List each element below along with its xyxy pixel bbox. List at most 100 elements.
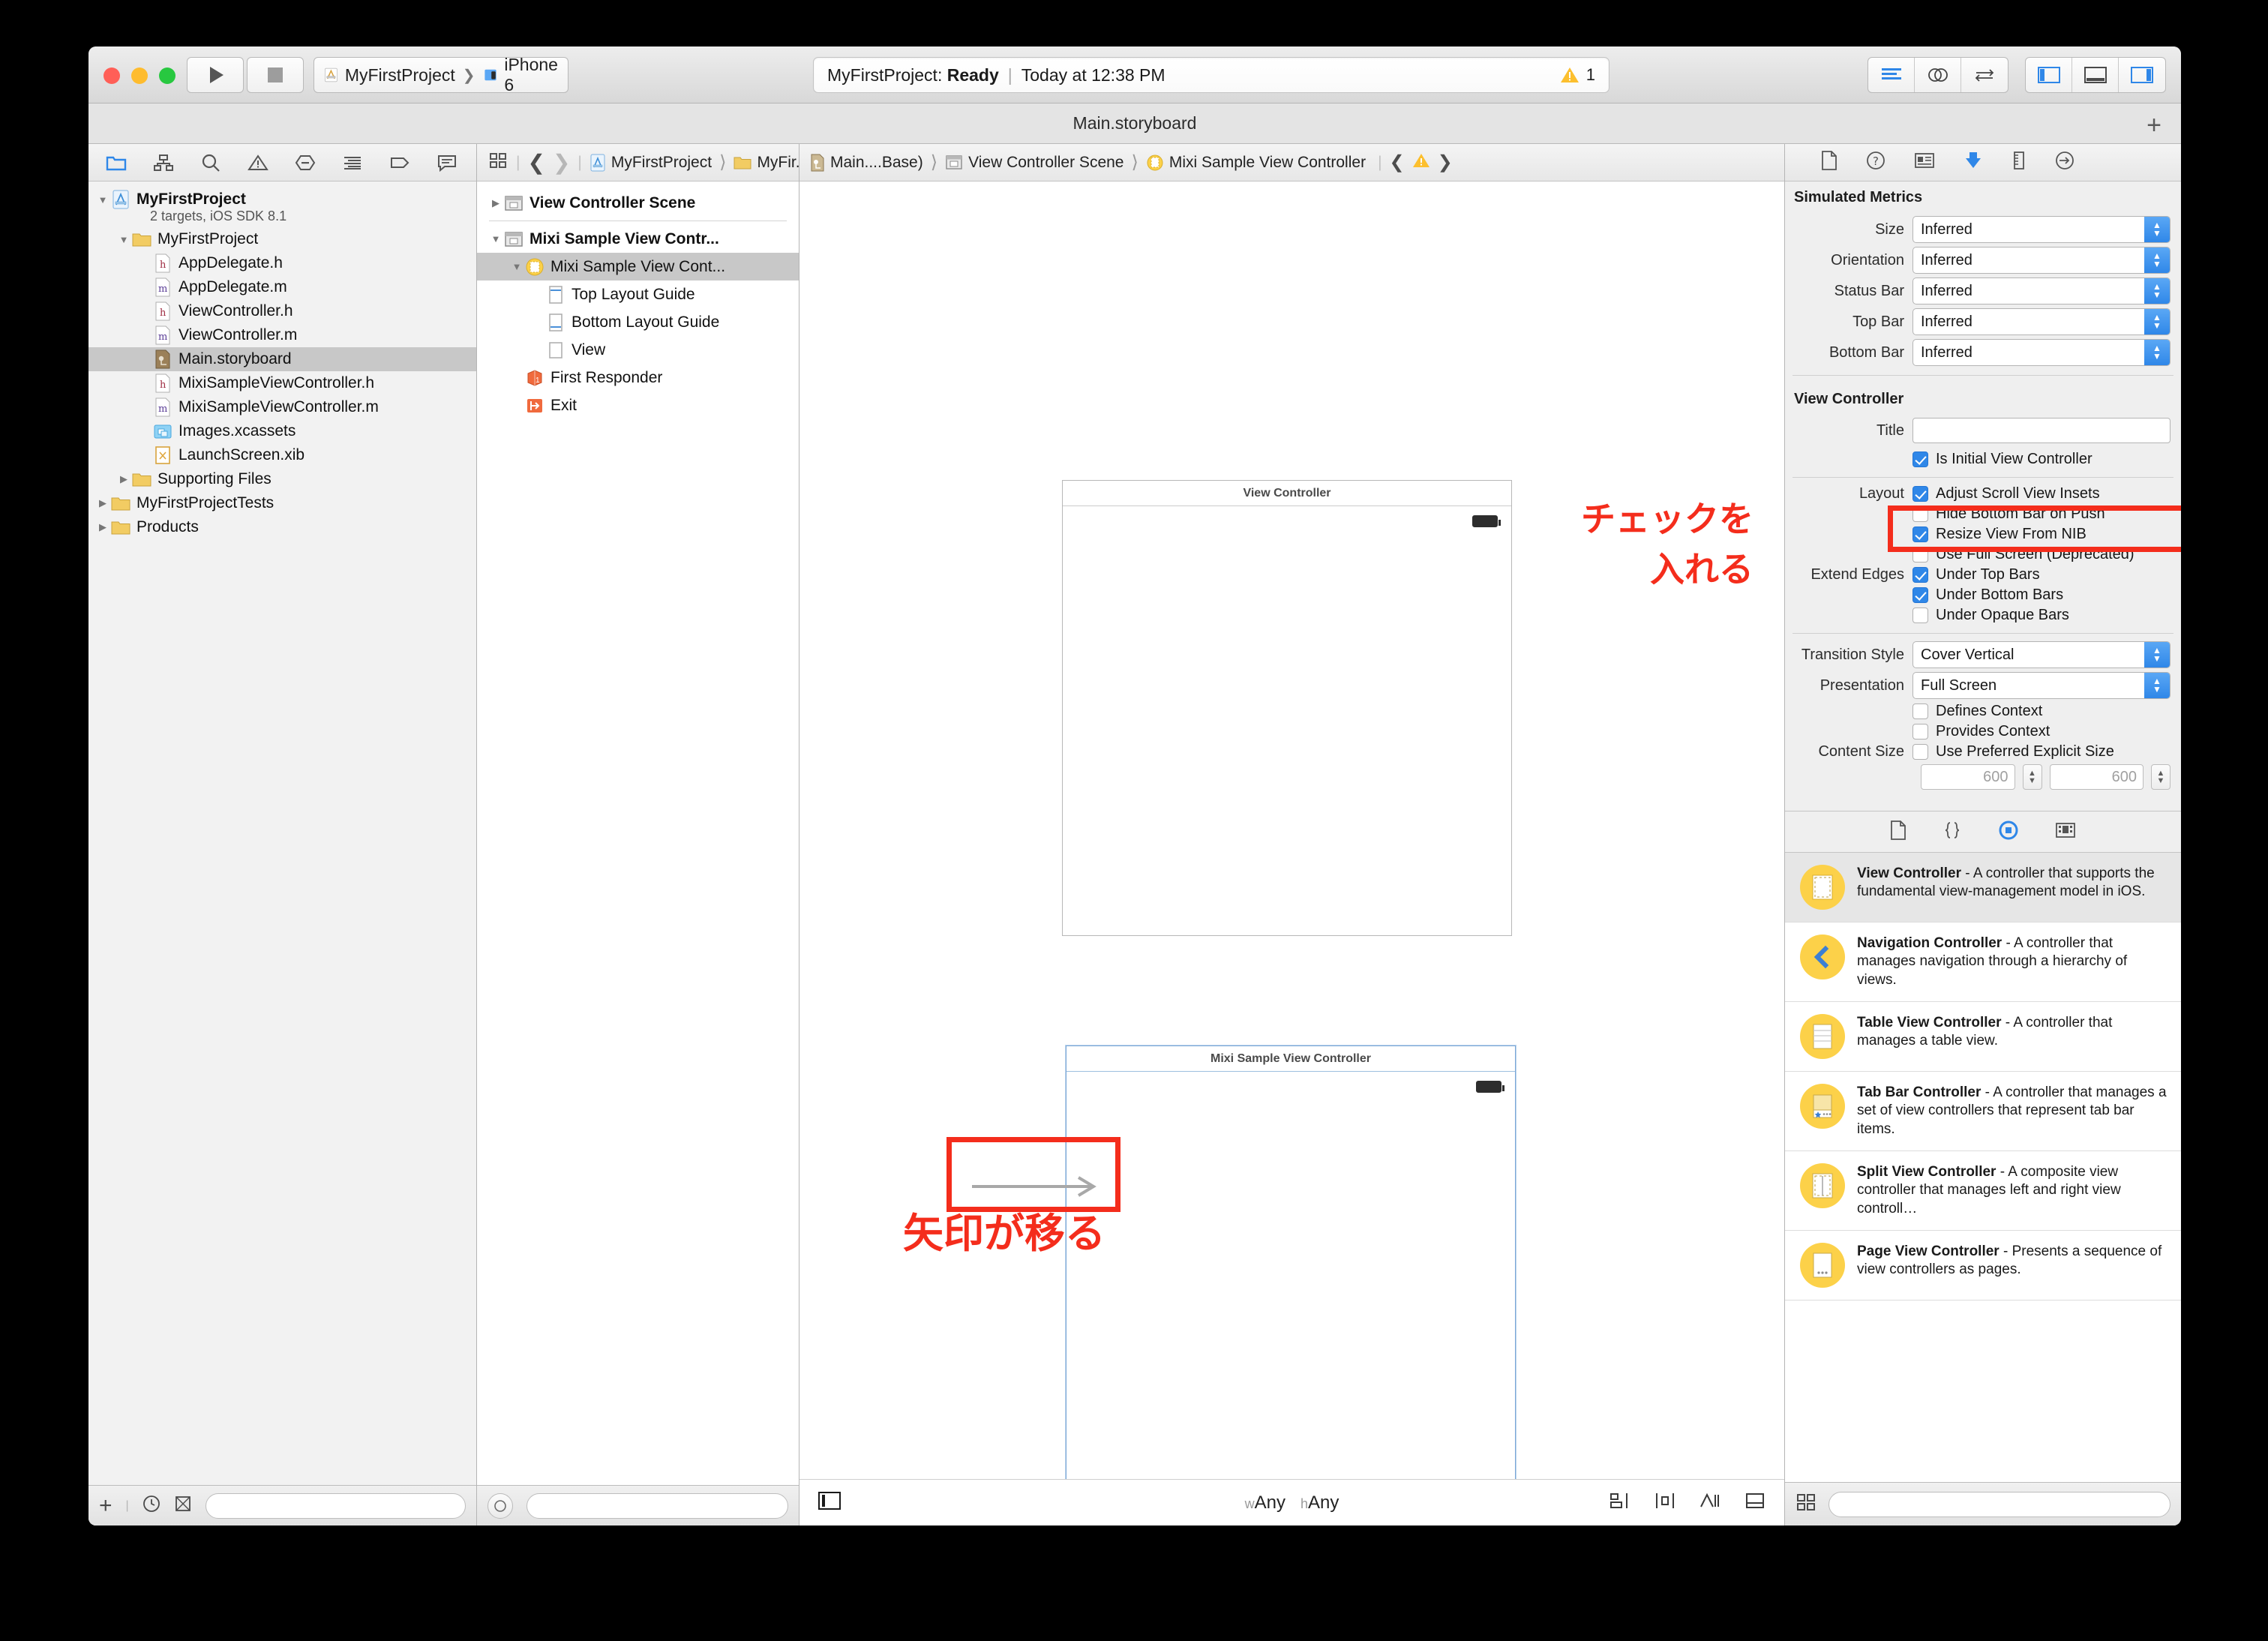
chevron-updown-icon[interactable]: ▲ ▼: [2144, 340, 2170, 365]
defines-context-checkbox[interactable]: [1912, 704, 1928, 719]
storyboard-canvas[interactable]: View Controller Mixi Sample View Control…: [800, 182, 1784, 1479]
scheme-selector[interactable]: MyFirstProject ❯ iPhone 6: [314, 55, 568, 94]
disclosure-triangle-right-icon[interactable]: ▶: [488, 197, 504, 209]
disclosure-triangle-down-icon[interactable]: ▼: [94, 194, 111, 206]
nav-item-images-xcassets[interactable]: Images.xcassets: [88, 419, 476, 443]
media-library-icon[interactable]: [2055, 821, 2076, 843]
identity-inspector-icon[interactable]: [1914, 152, 1935, 173]
breadcrumb-mixi-view-controller[interactable]: Mixi Sample View Controller: [1146, 154, 1366, 172]
content-width-stepper[interactable]: ▲ ▼: [2022, 764, 2042, 790]
breadcrumb-scene[interactable]: View Controller Scene: [945, 154, 1124, 172]
toggle-navigator-button[interactable]: [2026, 58, 2072, 92]
breadcrumb-group[interactable]: MyFir...roject: [734, 154, 799, 172]
breadcrumb-storyboard-base[interactable]: Main....Base): [810, 154, 923, 172]
transition-style-select[interactable]: Cover Vertical ▲ ▼: [1912, 641, 2170, 668]
nav-item-viewcontroller-h[interactable]: h ViewController.h: [88, 299, 476, 323]
nav-item-mixisampleviewcontroller-h[interactable]: h MixiSampleViewController.h: [88, 371, 476, 395]
search-icon[interactable]: [200, 152, 222, 174]
size-class-indicator[interactable]: wAny hAny: [1245, 1492, 1340, 1514]
disclosure-triangle-down-icon[interactable]: ▼: [116, 234, 132, 245]
disclosure-triangle-right-icon[interactable]: ▶: [94, 497, 111, 509]
tab-main-storyboard[interactable]: Main.storyboard: [1073, 113, 1197, 134]
file-template-library-icon[interactable]: [1890, 820, 1906, 844]
warning-icon[interactable]: [247, 152, 269, 174]
activity-status-bar[interactable]: MyFirstProject: Ready | Today at 12:38 P…: [813, 57, 1610, 93]
under-top-bars-checkbox[interactable]: [1912, 567, 1928, 583]
previous-issue-icon[interactable]: ❮: [1390, 152, 1405, 173]
toggle-utilities-button[interactable]: [2119, 58, 2165, 92]
connections-inspector-icon[interactable]: [2055, 151, 2074, 174]
quick-help-icon[interactable]: ?: [1866, 151, 1886, 174]
library-grid-icon[interactable]: [1796, 1492, 1816, 1516]
title-input[interactable]: [1912, 418, 2170, 443]
attributes-inspector-icon[interactable]: [1964, 151, 1983, 174]
nav-item-myfirstprojecttests[interactable]: ▶ MyFirstProjectTests: [88, 491, 476, 515]
run-button[interactable]: [187, 57, 244, 93]
assistant-editor-button[interactable]: [1915, 58, 1961, 92]
chevron-updown-icon[interactable]: ▲ ▼: [2144, 642, 2170, 668]
folder-icon[interactable]: [105, 152, 128, 174]
nav-item-viewcontroller-m[interactable]: m ViewController.m: [88, 323, 476, 347]
is-initial-view-controller-checkbox[interactable]: [1912, 452, 1928, 467]
recent-filter-icon[interactable]: [142, 1495, 160, 1516]
hierarchy-icon[interactable]: [152, 152, 175, 174]
under-opaque-bars-checkbox[interactable]: [1912, 608, 1928, 623]
outline-item-view[interactable]: View: [477, 336, 799, 364]
status-bar-select[interactable]: Inferred ▲ ▼: [1912, 278, 2170, 304]
minimize-window-button[interactable]: [131, 68, 148, 84]
disclosure-triangle-right-icon[interactable]: ▶: [94, 521, 111, 533]
nav-item-mixisampleviewcontroller-m[interactable]: m MixiSampleViewController.m: [88, 395, 476, 419]
outline-zoom-icon[interactable]: [488, 1492, 513, 1519]
outline-item-first-responder[interactable]: 1 First Responder: [477, 364, 799, 392]
back-arrow-icon[interactable]: ❮: [527, 150, 544, 175]
presentation-select[interactable]: Full Screen ▲ ▼: [1912, 672, 2170, 699]
chevron-updown-icon[interactable]: ▲ ▼: [2144, 217, 2170, 242]
nav-item-group-myfirstproject[interactable]: ▼ MyFirstProject: [88, 227, 476, 251]
outline-filter-field[interactable]: [526, 1492, 788, 1519]
version-editor-button[interactable]: [1961, 58, 2008, 92]
warning-icon[interactable]: [1412, 152, 1430, 173]
standard-editor-button[interactable]: [1868, 58, 1915, 92]
nav-item-appdelegate-m[interactable]: m AppDelegate.m: [88, 275, 476, 299]
provides-context-checkbox[interactable]: [1912, 724, 1928, 740]
content-height-stepper[interactable]: ▲ ▼: [2151, 764, 2170, 790]
outline-item-top-layout-guide[interactable]: Top Layout Guide: [477, 280, 799, 308]
chevron-updown-icon[interactable]: ▲ ▼: [2144, 673, 2170, 698]
outline-item-bottom-layout-guide[interactable]: Bottom Layout Guide: [477, 308, 799, 336]
chevron-updown-icon[interactable]: ▲ ▼: [2144, 309, 2170, 334]
library-item-table-view-controller[interactable]: Table View Controller - A controller tha…: [1785, 1002, 2181, 1072]
outline-item-mixi-view-controller[interactable]: ▼ Mixi Sample View Cont...: [477, 253, 799, 280]
under-bottom-bars-checkbox[interactable]: [1912, 587, 1928, 603]
library-search-input[interactable]: [1828, 1491, 2170, 1517]
close-window-button[interactable]: [104, 68, 120, 84]
file-inspector-icon[interactable]: [1821, 151, 1838, 174]
next-issue-icon[interactable]: ❯: [1438, 152, 1453, 173]
disclosure-triangle-down-icon[interactable]: ▼: [508, 261, 525, 272]
align-icon[interactable]: [1609, 1491, 1631, 1514]
scene-mixi-sample-view-controller[interactable]: Mixi Sample View Controller: [1066, 1046, 1516, 1479]
top-bar-select[interactable]: Inferred ▲ ▼: [1912, 308, 2170, 335]
object-library-icon[interactable]: [1998, 820, 2019, 844]
object-library-list[interactable]: View Controller - A controller that supp…: [1785, 853, 2181, 1482]
tag-icon[interactable]: [388, 152, 411, 174]
library-item-split-view-controller[interactable]: Split View Controller - A composite view…: [1785, 1151, 2181, 1231]
toggle-document-outline-icon[interactable]: [818, 1491, 842, 1514]
orientation-select[interactable]: Inferred ▲ ▼: [1912, 247, 2170, 274]
nav-item-products[interactable]: ▶ Products: [88, 515, 476, 539]
disclosure-triangle-right-icon[interactable]: ▶: [116, 473, 132, 485]
zoom-window-button[interactable]: [159, 68, 176, 84]
content-width-field[interactable]: 600: [1921, 764, 2015, 790]
breakpoint-icon[interactable]: [294, 152, 316, 174]
nav-item-main-storyboard[interactable]: Main.storyboard: [88, 347, 476, 371]
outline-item-view-controller-scene[interactable]: ▶ View Controller Scene: [477, 189, 799, 217]
library-item-tab-bar-controller[interactable]: Tab Bar Controller - A controller that m…: [1785, 1072, 2181, 1151]
breadcrumb-project[interactable]: MyFirstProject: [590, 154, 712, 172]
code-snippet-library-icon[interactable]: [1942, 820, 1962, 844]
chevron-updown-icon[interactable]: ▲ ▼: [2144, 278, 2170, 304]
add-tab-button[interactable]: +: [2146, 111, 2162, 140]
outline-item-mixi-scene[interactable]: ▼ Mixi Sample View Contr...: [477, 225, 799, 253]
nav-item-launchscreen-xib[interactable]: LaunchScreen.xib: [88, 443, 476, 467]
content-height-field[interactable]: 600: [2049, 764, 2144, 790]
library-item-page-view-controller[interactable]: Page View Controller - Presents a sequen…: [1785, 1231, 2181, 1300]
library-item-navigation-controller[interactable]: Navigation Controller - A controller tha…: [1785, 922, 2181, 1002]
